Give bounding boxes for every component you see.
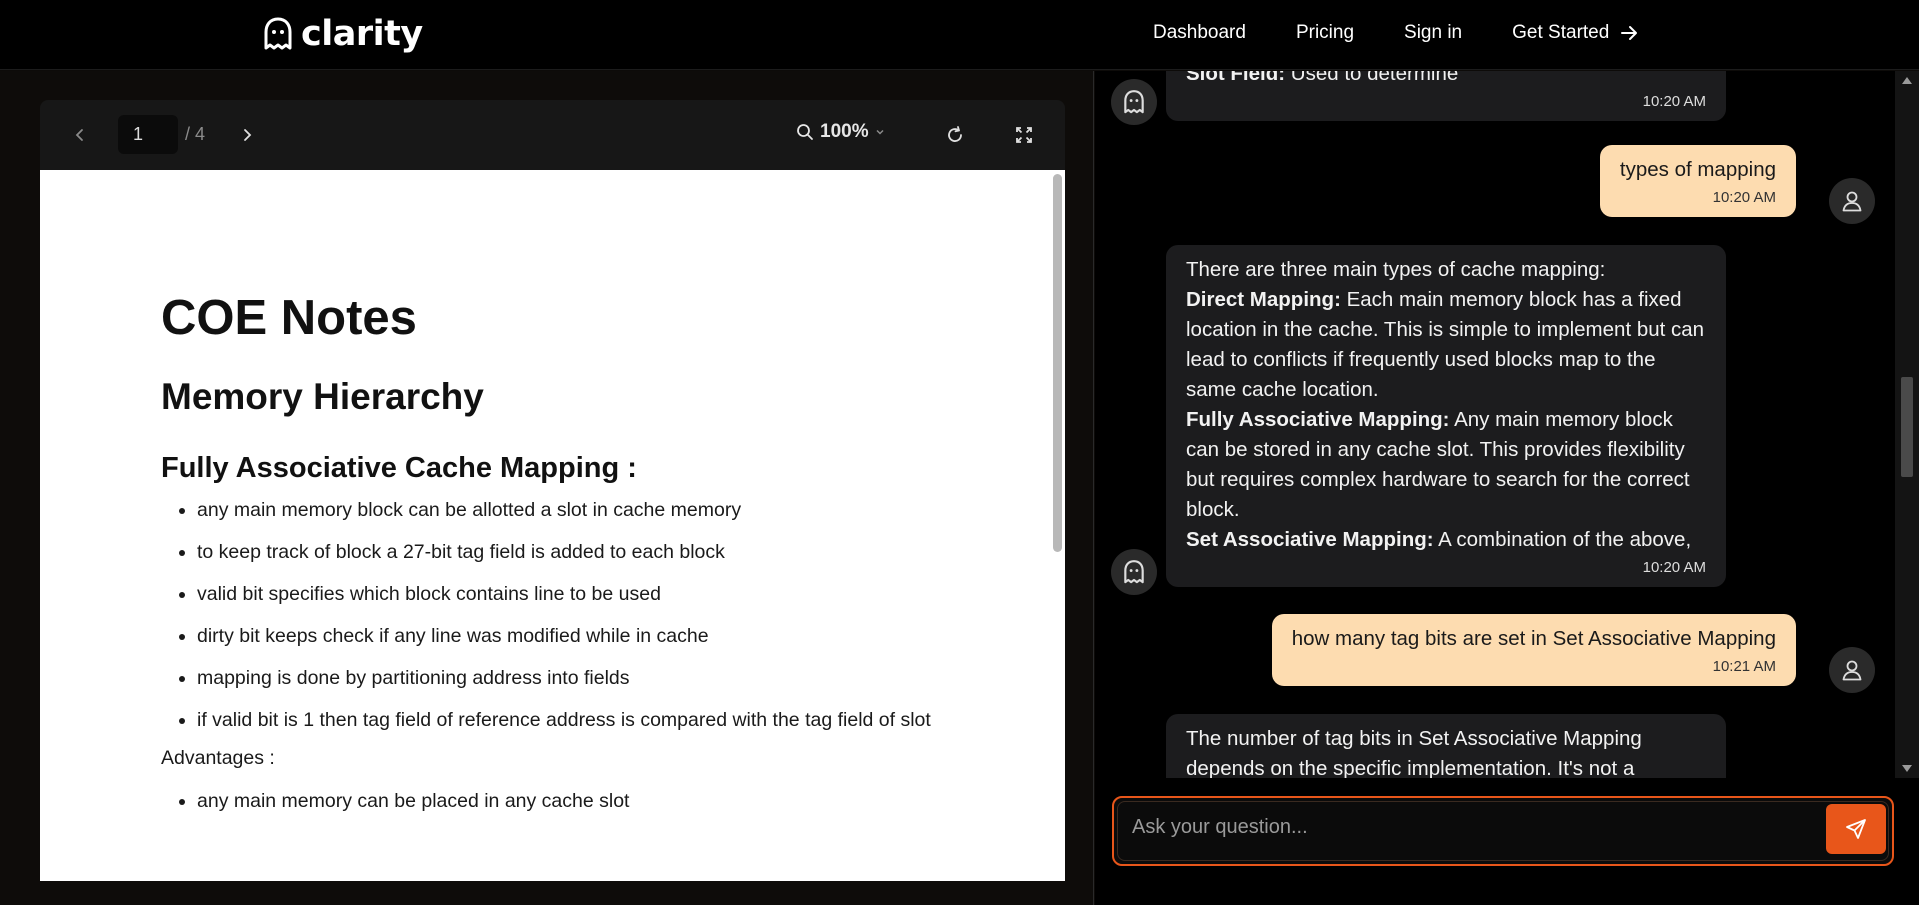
logo-text: clarity (301, 14, 423, 54)
list-item: to keep track of block a 27-bit tag fiel… (197, 537, 951, 567)
send-button[interactable] (1826, 804, 1886, 854)
ghost-icon (1124, 90, 1144, 114)
bot-message: There are three main types of cache mapp… (1166, 245, 1726, 587)
get-started-label: Get Started (1512, 22, 1610, 43)
message-bold-text: Slot Field: (1186, 71, 1286, 85)
message-text: how many tag bits are set in Set Associa… (1291, 627, 1776, 650)
send-icon (1846, 819, 1866, 839)
user-avatar (1829, 178, 1875, 224)
zoom-value: 100% (820, 121, 869, 142)
pdf-viewer-pane: 1 / 4 100% COE Notes Memory Hierarchy Fu… (0, 71, 1094, 905)
message-item: Fully Associative Mapping: Any main memo… (1186, 405, 1706, 525)
scroll-up-arrow-icon[interactable] (1902, 77, 1912, 84)
advantages-list: any main memory can be placed in any cac… (161, 786, 951, 816)
doc-section-heading: Memory Hierarchy (161, 376, 484, 417)
bot-message: Slot Field: Used to determine 10:20 AM (1166, 71, 1726, 121)
list-item: mapping is done by partitioning address … (197, 663, 951, 693)
user-message: how many tag bits are set in Set Associa… (1271, 614, 1796, 686)
prev-page-button[interactable] (68, 123, 92, 147)
ghost-logo-icon (264, 17, 292, 50)
message-text: A combination of the above, (1433, 528, 1692, 551)
message-bold-text: Direct Mapping: (1186, 288, 1341, 311)
chat-input-box (1112, 796, 1894, 866)
nav-dashboard-link[interactable]: Dashboard (1153, 22, 1246, 44)
message-item: Set Associative Mapping: A combination o… (1186, 525, 1706, 555)
next-page-button[interactable] (235, 123, 259, 147)
message-timestamp: 10:21 AM (1712, 658, 1776, 675)
chat-messages: Slot Field: Used to determine 10:20 AM t… (1095, 71, 1895, 778)
user-message: types of mapping 10:20 AM (1599, 145, 1796, 217)
fullscreen-button[interactable] (1012, 123, 1036, 147)
fullscreen-icon (1016, 127, 1032, 143)
get-started-link[interactable]: Get Started (1512, 22, 1639, 44)
page-number-input[interactable]: 1 (118, 115, 178, 154)
search-icon (797, 124, 813, 140)
user-icon (1842, 660, 1862, 681)
chat-pane: Slot Field: Used to determine 10:20 AM t… (1095, 71, 1919, 905)
list-item: dirty bit keeps check if any line was mo… (197, 621, 951, 651)
zoom-dropdown[interactable]: 100% (796, 121, 885, 143)
message-text: types of mapping (1619, 158, 1776, 181)
message-text: The number of tag bits in Set Associativ… (1186, 727, 1642, 778)
chat-input[interactable] (1132, 816, 1792, 839)
ghost-icon (1124, 560, 1144, 584)
scroll-down-arrow-icon[interactable] (1902, 765, 1912, 772)
chevron-left-icon (75, 129, 83, 141)
message-item: Direct Mapping: Each main memory block h… (1186, 285, 1706, 405)
list-item: any main memory can be placed in any cac… (197, 786, 951, 816)
user-icon (1842, 191, 1862, 212)
pdf-scrollbar[interactable] (1053, 174, 1062, 552)
rotate-icon (948, 126, 962, 142)
pdf-page: COE Notes Memory Hierarchy Fully Associa… (40, 170, 1065, 881)
message-intro: There are three main types of cache mapp… (1186, 258, 1606, 281)
message-timestamp: 10:20 AM (1712, 189, 1776, 206)
document-content: COE Notes Memory Hierarchy Fully Associa… (161, 290, 951, 828)
chat-scroll-thumb[interactable] (1901, 377, 1913, 477)
chat-scrollbar[interactable] (1895, 71, 1919, 778)
message-text: Used to determine (1285, 71, 1459, 85)
list-item: valid bit specifies which block contains… (197, 579, 951, 609)
doc-subsection-heading: Fully Associative Cache Mapping : (161, 452, 637, 484)
nav-pricing-link[interactable]: Pricing (1296, 22, 1354, 44)
list-item: if valid bit is 1 then tag field of refe… (197, 705, 951, 735)
nav-signin-link[interactable]: Sign in (1404, 22, 1462, 44)
rotate-button[interactable] (943, 123, 967, 147)
advantages-label: Advantages : (161, 747, 275, 769)
bot-message: The number of tag bits in Set Associativ… (1166, 714, 1726, 778)
logo[interactable]: clarity (263, 14, 423, 54)
message-timestamp: 10:20 AM (1642, 93, 1706, 110)
doc-title: COE Notes (161, 291, 417, 345)
message-bold-text: Fully Associative Mapping: (1186, 408, 1450, 431)
bot-avatar (1111, 549, 1157, 595)
page-total: / 4 (185, 124, 206, 144)
message-bold-text: Set Associative Mapping: (1186, 528, 1434, 551)
nav-links: Dashboard Pricing Sign in Get Started (1153, 22, 1639, 44)
message-timestamp: 10:20 AM (1642, 559, 1706, 576)
doc-bullet-list: any main memory block can be allotted a … (161, 495, 951, 735)
list-item: any main memory block can be allotted a … (197, 495, 951, 525)
chevron-right-icon (244, 129, 252, 141)
user-avatar (1829, 647, 1875, 693)
bot-avatar (1111, 79, 1157, 125)
top-navbar: clarity Dashboard Pricing Sign in Get St… (0, 0, 1919, 70)
pdf-toolbar: 1 / 4 100% (40, 100, 1065, 170)
chevron-down-icon (876, 129, 884, 135)
arrow-right-icon (1621, 26, 1638, 40)
